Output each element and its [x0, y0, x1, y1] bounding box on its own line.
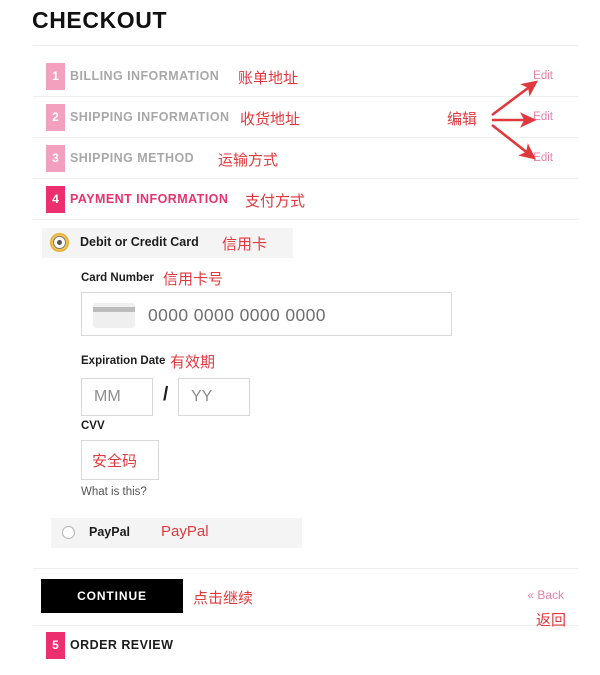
cvv-help-link[interactable]: What is this? [81, 486, 147, 498]
card-number-placeholder: 0000 0000 0000 0000 [148, 305, 326, 325]
credit-card-icon [93, 303, 135, 328]
step-label: SHIPPING INFORMATION [70, 110, 230, 124]
step-number-badge: 5 [46, 632, 65, 659]
step-number-badge: 2 [46, 104, 65, 131]
annotation-credit-card: 信用卡 [222, 236, 268, 253]
step-row-shipping-information[interactable]: 2 SHIPPING INFORMATION 收货地址 Edit [33, 97, 578, 138]
payment-method-label: PayPal [89, 525, 131, 539]
step-row-billing-information[interactable]: 1 BILLING INFORMATION 账单地址 Edit [33, 56, 578, 97]
payment-information-panel: Debit or Credit Card 信用卡 Card Number 信用卡… [33, 228, 578, 659]
step-label: SHIPPING METHOD [70, 151, 195, 165]
page-title: CHECKOUT [32, 7, 168, 33]
checkout-actions-row: CONTINUE 点击继续 « Back 返回 [33, 568, 578, 629]
step-label: ORDER REVIEW [70, 638, 174, 652]
step-number-badge: 4 [46, 186, 65, 213]
annotation-cvv: 安全码 [92, 453, 138, 470]
step-label: BILLING INFORMATION [70, 69, 220, 83]
step-number-badge: 1 [46, 63, 65, 90]
expiration-year-input[interactable]: YY [178, 378, 250, 416]
radio-debit-or-credit-card[interactable] [53, 236, 66, 249]
cvv-input[interactable]: 安全码 [81, 440, 159, 480]
card-number-input[interactable]: 0000 0000 0000 0000 [81, 292, 452, 336]
edit-link-billing-information[interactable]: Edit [533, 70, 553, 82]
annotation-click-continue: 点击继续 [193, 590, 254, 607]
checkout-steps: 1 BILLING INFORMATION 账单地址 Edit 2 SHIPPI… [33, 56, 578, 220]
step-number-badge: 3 [46, 145, 65, 172]
edit-link-shipping-information[interactable]: Edit [533, 111, 553, 123]
annotation-paypal: PayPal [161, 523, 209, 540]
payment-method-label: Debit or Credit Card [80, 235, 199, 249]
annotation-billing-address: 账单地址 [238, 70, 299, 87]
annotation-payment-method: 支付方式 [245, 193, 306, 210]
step-row-payment-information[interactable]: 4 PAYMENT INFORMATION 支付方式 [33, 179, 578, 220]
card-number-label: Card Number [81, 272, 154, 284]
annotation-shipping-address: 收货地址 [240, 111, 301, 128]
back-link[interactable]: « Back [527, 588, 564, 602]
annotation-card-number: 信用卡号 [163, 271, 224, 288]
continue-button[interactable]: CONTINUE [41, 579, 183, 613]
expiration-month-placeholder: MM [94, 388, 121, 405]
radio-paypal[interactable] [62, 526, 75, 539]
expiration-date-label: Expiration Date [81, 355, 166, 367]
step-label: PAYMENT INFORMATION [70, 192, 229, 206]
expiration-separator: / [163, 384, 169, 405]
edit-link-shipping-method[interactable]: Edit [533, 152, 553, 164]
checkout-page: CHECKOUT 1 BILLING INFORMATION 账单地址 Edit… [0, 0, 600, 670]
step-row-order-review[interactable]: 5 ORDER REVIEW [33, 626, 578, 666]
payment-method-paypal-row[interactable]: PayPal PayPal [51, 518, 302, 548]
step-row-shipping-method[interactable]: 3 SHIPPING METHOD 运输方式 Edit [33, 138, 578, 179]
title-divider [33, 45, 578, 46]
expiration-month-input[interactable]: MM [81, 378, 153, 416]
annotation-shipping-method: 运输方式 [218, 152, 279, 169]
cvv-label: CVV [81, 420, 105, 432]
annotation-expiration-date: 有效期 [170, 354, 216, 371]
expiration-year-placeholder: YY [191, 388, 213, 405]
payment-method-card-row[interactable]: Debit or Credit Card 信用卡 [42, 228, 293, 258]
